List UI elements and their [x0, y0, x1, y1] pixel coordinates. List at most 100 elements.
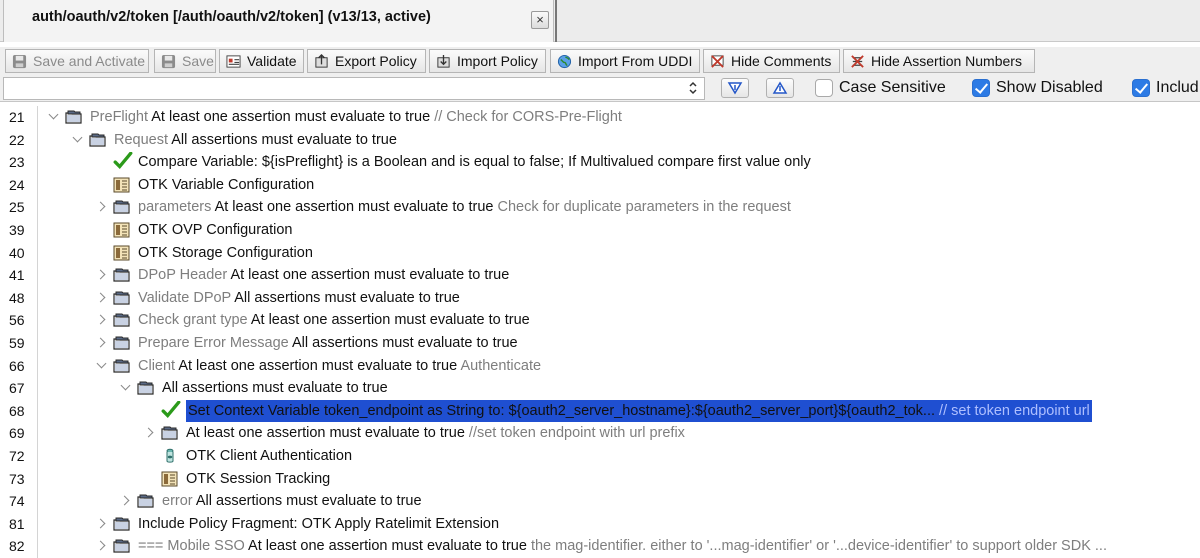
chevron-down-icon[interactable] — [49, 111, 59, 121]
hide-assertion-numbers-button[interactable]: Hide Assertion Numbers — [843, 49, 1035, 73]
tree-row[interactable]: 23 Compare Variable: ${isPreflight} is a … — [0, 151, 1200, 174]
assertion-comment: // Check for CORS-Pre-Flight — [434, 109, 622, 125]
tree-row[interactable]: 40 OTK Storage Configuration — [0, 242, 1200, 265]
chevron-right-icon[interactable] — [97, 201, 107, 211]
policy-tree: 21 PreFlight At least one assertion must … — [0, 106, 1200, 558]
chevron-up-down-icon[interactable] — [688, 80, 698, 97]
assertion-description: OTK Session Tracking — [186, 470, 331, 487]
import-from-uddi-button[interactable]: Import From UDDI — [550, 49, 700, 73]
floppy-disk-icon — [161, 54, 176, 68]
chevron-right-icon[interactable] — [97, 518, 107, 528]
assertion-description: OTK Storage Configuration — [138, 244, 313, 261]
tree-row[interactable]: 56 Check grant type At least one assertio… — [0, 309, 1200, 332]
tree-row[interactable]: 48 Validate DPoP All assertions must eval… — [0, 287, 1200, 310]
chevron-right-icon[interactable] — [97, 292, 107, 302]
search-bar: Case Sensitive Show Disabled Includ — [0, 75, 1200, 102]
assertion-description: All assertions must evaluate to true — [162, 380, 388, 397]
assertion-text: DPoP Header At least one assertion must … — [138, 267, 509, 283]
line-number: 22 — [9, 131, 25, 148]
folder-icon — [113, 312, 131, 328]
tree-row[interactable]: 25 parameters At least one assertion must… — [0, 196, 1200, 219]
tree-row[interactable]: 69 At least one assertion must evaluate t… — [0, 422, 1200, 445]
assertion-name: DPoP Header — [138, 267, 228, 284]
assertion-description: OTK Client Authentication — [186, 448, 353, 464]
chevron-down-icon[interactable] — [97, 360, 107, 370]
assertion-text: OTK Variable Configuration — [138, 177, 314, 193]
assertion-text: At least one assertion must evaluate to … — [186, 425, 685, 441]
tab-strip: auth/oauth/v2/token [/auth/oauth/v2/toke… — [0, 0, 1200, 42]
assertion-text: parameters At least one assertion must e… — [138, 199, 791, 215]
tree-row[interactable]: 82 === Mobile SSO At least one assertion … — [0, 535, 1200, 558]
tree-row[interactable]: 39 OTK OVP Configuration — [0, 219, 1200, 242]
globe-icon — [557, 54, 572, 68]
assertion-text: OTK Client Authentication — [186, 448, 352, 464]
chevron-right-icon[interactable] — [97, 540, 107, 550]
tree-row[interactable]: 59 Prepare Error Message All assertions m… — [0, 332, 1200, 355]
search-combobox[interactable] — [3, 77, 705, 100]
assertion-text: Prepare Error Message All assertions mus… — [138, 335, 518, 351]
assertion-description: All assertions must evaluate to true — [171, 131, 397, 148]
case-sensitive-checkbox[interactable] — [815, 79, 833, 97]
assertion-text: Client At least one assertion must evalu… — [138, 358, 541, 374]
export-policy-button[interactable]: Export Policy — [307, 49, 426, 73]
assertion-name: Validate DPoP — [138, 289, 231, 306]
jar-icon — [161, 448, 179, 464]
line-number: 48 — [9, 289, 25, 306]
tree-row[interactable]: 72 OTK Client Authentication — [0, 445, 1200, 468]
hide-comments-icon — [711, 54, 724, 68]
chevron-right-icon[interactable] — [97, 314, 107, 324]
tree-row[interactable]: 81 Include Policy Fragment: OTK Apply Rat… — [0, 513, 1200, 536]
tree-row[interactable]: 41 DPoP Header At least one assertion mus… — [0, 264, 1200, 287]
validate-button[interactable]: Validate — [219, 49, 304, 73]
show-disabled-checkbox[interactable] — [972, 79, 990, 97]
find-previous-button[interactable] — [766, 78, 794, 98]
chevron-down-icon[interactable] — [121, 382, 131, 392]
tree-row[interactable]: 21 PreFlight At least one assertion must … — [0, 106, 1200, 129]
case-sensitive-label: Case Sensitive — [839, 79, 946, 96]
assertion-text: OTK OVP Configuration — [138, 222, 292, 238]
save-and-activate-button[interactable]: Save and Activate — [5, 49, 149, 73]
save-button[interactable]: Save — [154, 49, 216, 73]
folder-icon — [113, 538, 131, 554]
assertion-name: PreFlight — [90, 109, 149, 125]
chevron-right-icon[interactable] — [97, 269, 107, 279]
include-checkbox[interactable] — [1132, 79, 1150, 97]
config-icon — [113, 222, 131, 238]
import-policy-button[interactable]: Import Policy — [429, 49, 546, 73]
chevron-right-icon[interactable] — [145, 427, 155, 437]
chevron-down-icon[interactable] — [73, 134, 83, 144]
line-number: 24 — [9, 176, 25, 193]
tree-row[interactable]: 67 All assertions must evaluate to true — [0, 377, 1200, 400]
folder-icon — [113, 290, 131, 306]
tree-row[interactable]: 73 OTK Session Tracking — [0, 468, 1200, 491]
hide-comments-button[interactable]: Hide Comments — [703, 49, 840, 73]
assertion-description: All assertions must evaluate to true — [291, 335, 518, 351]
line-number: 81 — [9, 515, 25, 532]
check-icon — [161, 400, 181, 418]
close-icon[interactable]: × — [531, 11, 549, 29]
assertion-name: Client — [138, 357, 176, 374]
assertion-text: Set Context Variable token_endpoint as S… — [186, 399, 1092, 422]
assertion-description: OTK OVP Configuration — [138, 222, 293, 238]
assertion-description: At least one assertion must evaluate to … — [230, 267, 510, 284]
line-number: 40 — [9, 244, 25, 261]
folder-icon — [113, 199, 131, 215]
policy-toolbar: Save and Activate Save Validate Export P… — [0, 47, 1200, 75]
chevron-right-icon[interactable] — [121, 495, 131, 505]
validate-icon — [226, 54, 241, 68]
assertion-text: Validate DPoP All assertions must evalua… — [138, 290, 460, 306]
tab-policy-token[interactable]: auth/oauth/v2/token [/auth/oauth/v2/toke… — [3, 0, 554, 42]
tree-row[interactable]: 24 OTK Variable Configuration — [0, 174, 1200, 197]
folder-icon — [113, 267, 131, 283]
find-next-button[interactable] — [721, 78, 749, 98]
tree-row[interactable]: 68 Set Context Variable token_endpoint as… — [0, 399, 1200, 423]
line-number: 66 — [9, 357, 25, 374]
assertion-text: error All assertions must evaluate to tr… — [162, 493, 422, 509]
tree-row[interactable]: 22 Request All assertions must evaluate t… — [0, 129, 1200, 152]
assertion-name: error — [162, 493, 193, 510]
tree-row[interactable]: 74 error All assertions must evaluate to … — [0, 490, 1200, 513]
chevron-right-icon[interactable] — [97, 337, 107, 347]
tree-row[interactable]: 66 Client At least one assertion must eva… — [0, 355, 1200, 378]
line-number: 68 — [9, 402, 25, 419]
assertion-text: === Mobile SSO At least one assertion mu… — [138, 538, 1107, 554]
